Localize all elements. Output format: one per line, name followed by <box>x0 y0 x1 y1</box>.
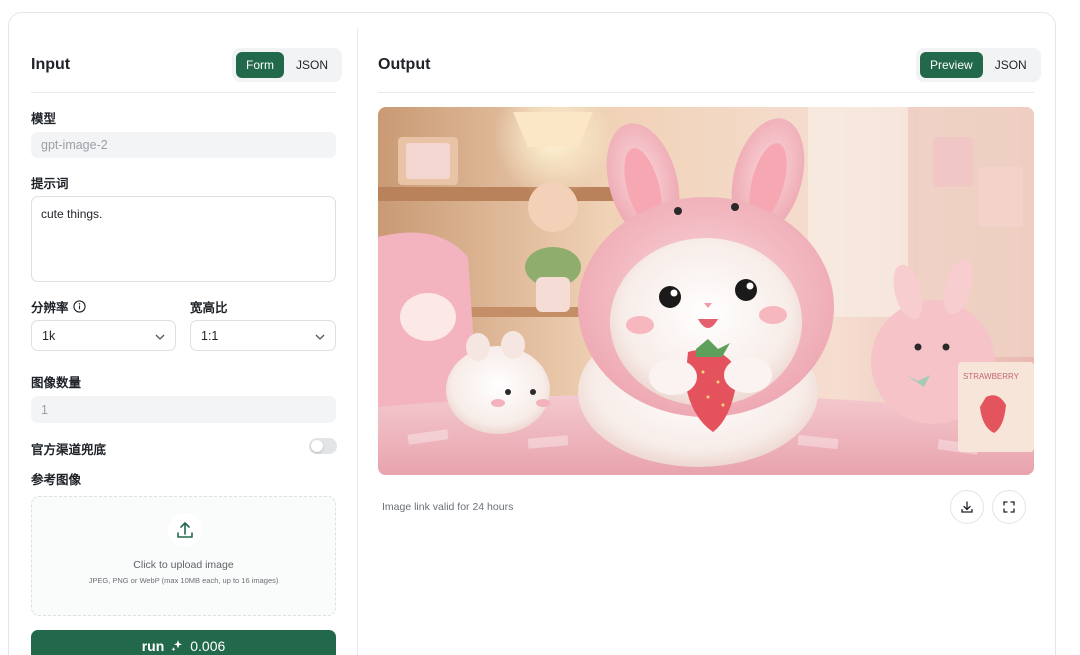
input-title: Input <box>31 56 71 73</box>
generated-image: STRAWBERRY <box>378 107 1034 475</box>
fullscreen-icon <box>1002 500 1016 514</box>
run-cost: 0.006 <box>190 638 226 654</box>
aspect-ratio-label: 宽高比 <box>190 301 228 315</box>
upload-hint: JPEG, PNG or WebP (max 10MB each, up to … <box>88 576 279 585</box>
prompt-label: 提示词 <box>31 177 69 191</box>
fullscreen-button[interactable] <box>992 490 1026 524</box>
resolution-value: 1k <box>42 328 56 343</box>
run-label: run <box>141 638 165 654</box>
resolution-label: 分辨率 <box>31 301 69 315</box>
output-header-divider <box>378 92 1034 93</box>
aspect-ratio-value: 1:1 <box>201 328 219 343</box>
model-field[interactable]: gpt-image-2 <box>31 132 336 158</box>
model-label: 模型 <box>31 112 57 126</box>
image-count-field[interactable]: 1 <box>31 396 336 423</box>
output-view-toggle: Preview JSON <box>916 48 1041 82</box>
strawberry-box-text: STRAWBERRY <box>963 372 1020 381</box>
aspect-ratio-select[interactable]: 1:1 <box>190 320 336 351</box>
download-button[interactable] <box>950 490 984 524</box>
prompt-textarea[interactable]: cute things. <box>31 196 336 282</box>
download-icon <box>960 500 974 514</box>
upload-icon <box>168 513 202 547</box>
tab-preview[interactable]: Preview <box>920 52 983 78</box>
chevron-down-icon <box>155 329 165 343</box>
info-icon[interactable] <box>72 300 86 313</box>
run-button[interactable]: run 0.006 <box>31 630 336 655</box>
tab-form[interactable]: Form <box>236 52 284 78</box>
image-count-label: 图像数量 <box>31 376 82 390</box>
input-header-divider <box>31 92 336 93</box>
output-title: Output <box>378 56 431 73</box>
resolution-label-row: 分辨率 <box>31 297 86 316</box>
panel-divider <box>357 28 358 655</box>
toggle-knob <box>311 440 323 452</box>
reference-label: 参考图像 <box>31 473 82 487</box>
upload-dropzone[interactable]: Click to upload image JPEG, PNG or WebP … <box>31 496 336 616</box>
fallback-label: 官方渠道兜底 <box>31 443 107 457</box>
fallback-toggle[interactable] <box>309 438 337 454</box>
upload-title: Click to upload image <box>133 559 234 571</box>
tab-json[interactable]: JSON <box>286 52 338 78</box>
input-view-toggle: Form JSON <box>232 48 343 82</box>
resolution-select[interactable]: 1k <box>31 320 176 351</box>
tab-json-output[interactable]: JSON <box>985 52 1037 78</box>
link-validity-note: Image link valid for 24 hours <box>382 501 514 513</box>
chevron-down-icon <box>315 329 325 343</box>
sparkle-icon <box>170 639 184 653</box>
